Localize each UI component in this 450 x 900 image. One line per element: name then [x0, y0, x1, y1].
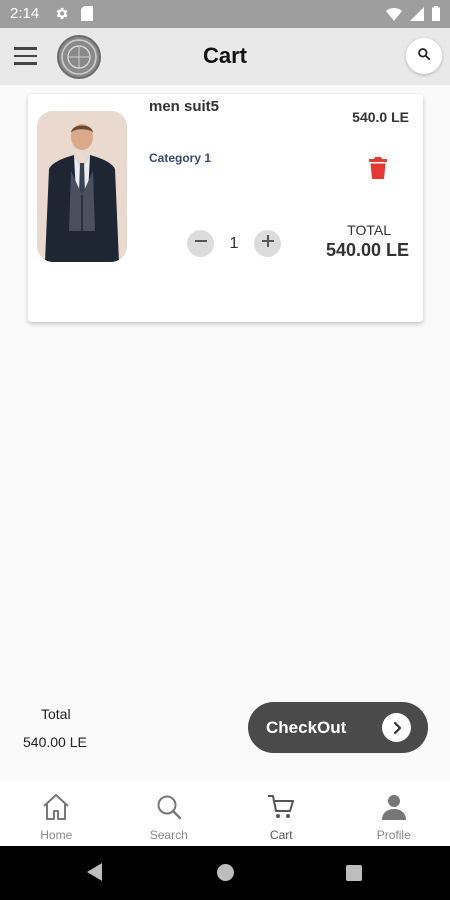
product-category: Category 1 — [149, 151, 212, 165]
quantity-stepper: 1 — [187, 230, 281, 257]
item-total-value: 540.00 LE — [325, 240, 409, 260]
page-title: Cart — [202, 43, 247, 68]
product-image[interactable] — [37, 111, 127, 262]
chevron-right-icon — [382, 713, 411, 742]
nav-label-home: Home — [40, 828, 73, 842]
nav-label-search: Search — [149, 828, 188, 842]
search-icon — [155, 793, 183, 826]
quantity-value: 1 — [229, 234, 239, 252]
cart-total-label: Total — [41, 706, 71, 722]
app-bar: Cart — [0, 28, 450, 85]
search-icon — [417, 47, 431, 66]
nav-item-search[interactable]: Search — [113, 781, 226, 846]
nav-label-profile: Profile — [376, 828, 411, 842]
search-button[interactable] — [406, 38, 442, 74]
plus-icon — [261, 234, 275, 253]
cart-item-card: men suit5 540.0 LE Category 1 1 TOTAL 54… — [28, 94, 423, 322]
recent-apps-icon[interactable] — [346, 865, 362, 881]
gear-icon — [54, 6, 69, 26]
nav-item-profile[interactable]: Profile — [338, 781, 450, 846]
status-bar: 2:14 — [0, 0, 450, 28]
home-circle-icon[interactable] — [217, 864, 234, 881]
nav-item-cart[interactable]: Cart — [225, 781, 338, 846]
home-icon — [41, 793, 71, 826]
checkout-label: CheckOut — [266, 718, 347, 737]
minus-icon — [194, 234, 208, 253]
product-price: 540.0 LE — [352, 109, 409, 125]
cart-total-value: 540.00 LE — [23, 734, 87, 750]
system-nav-bar — [0, 846, 450, 900]
nav-item-home[interactable]: Home — [0, 781, 113, 846]
nav-label-cart: Cart — [269, 828, 293, 842]
trash-icon — [369, 157, 387, 183]
back-icon[interactable] — [87, 863, 103, 886]
checkout-button[interactable]: CheckOut — [248, 702, 428, 753]
item-total-label: TOTAL — [347, 222, 391, 238]
delete-button[interactable] — [369, 157, 387, 179]
battery-icon — [432, 6, 440, 26]
cart-icon — [266, 793, 296, 826]
wifi-icon — [386, 7, 402, 26]
product-name: men suit5 — [149, 98, 220, 115]
decrease-button[interactable] — [187, 230, 214, 257]
profile-icon — [380, 793, 408, 826]
status-time: 2:14 — [10, 5, 40, 22]
increase-button[interactable] — [254, 230, 281, 257]
bottom-navigation: Home Search Cart Profile — [0, 781, 450, 846]
signal-icon — [410, 6, 424, 26]
sd-card-icon — [81, 6, 93, 26]
